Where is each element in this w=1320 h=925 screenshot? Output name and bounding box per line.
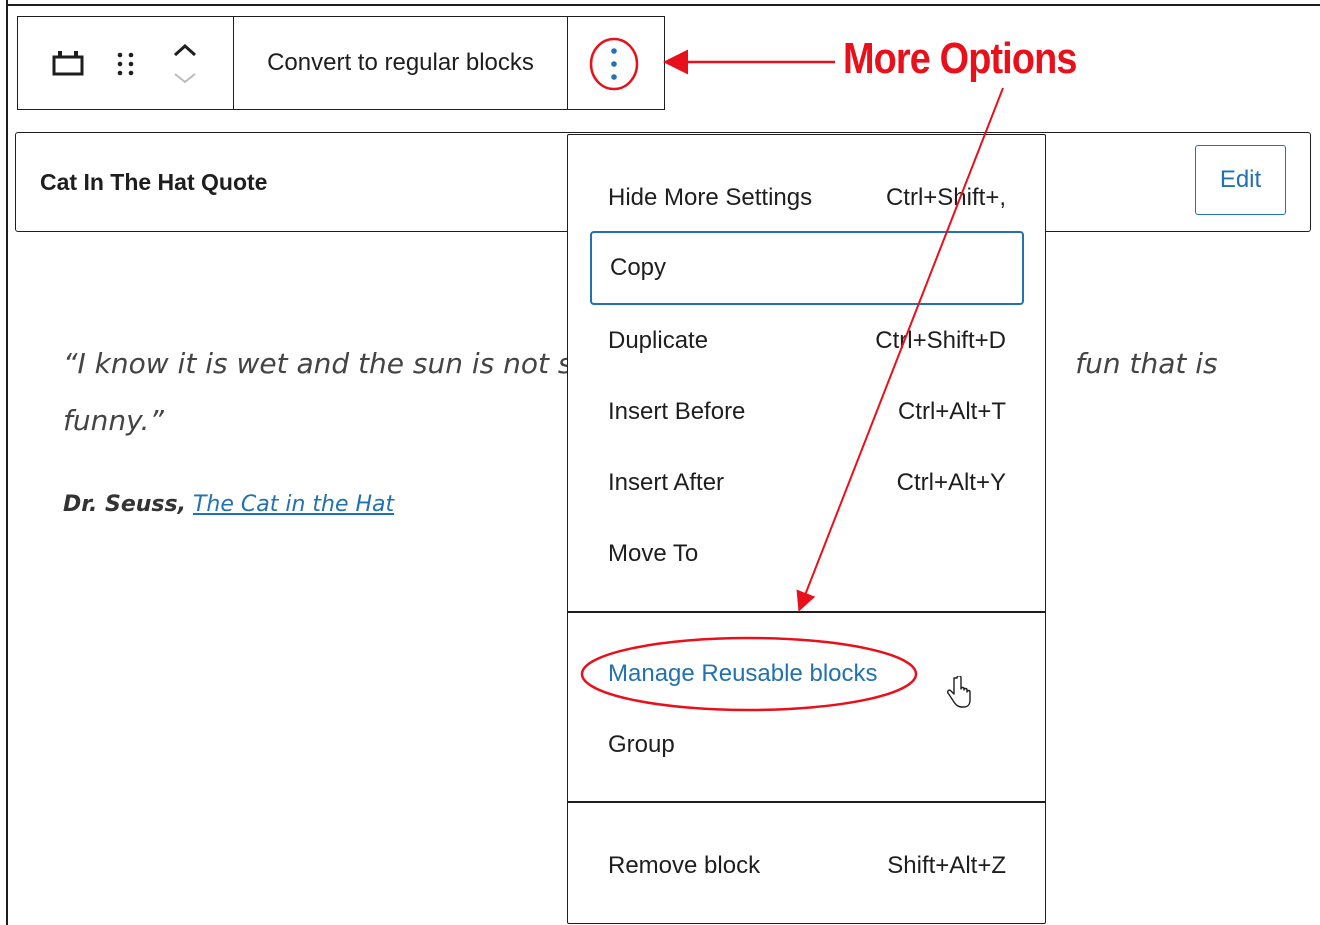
menu-item-shortcut: Ctrl+Shift+D (875, 327, 1006, 354)
toolbar-icon-group (18, 17, 234, 109)
frame-border-top (6, 4, 1320, 6)
menu-item-group[interactable]: Group (590, 718, 1024, 772)
menu-item-label: Manage Reusable blocks (608, 660, 878, 687)
more-options-icon[interactable] (586, 36, 642, 92)
menu-item-label: Insert After (608, 469, 725, 496)
convert-to-regular-blocks-button[interactable]: Convert to regular blocks (234, 17, 568, 109)
quote-citation: Dr. Seuss, The Cat in the Hat (63, 492, 394, 517)
annotation-callout-label: More Options (843, 34, 1077, 83)
menu-item-insert-after[interactable]: Insert After Ctrl+Alt+Y (590, 456, 1024, 510)
menu-item-copy[interactable]: Copy (590, 231, 1024, 305)
menu-item-label: Duplicate (608, 327, 709, 354)
frame-border-left (6, 0, 8, 925)
menu-item-label: Remove block (608, 852, 761, 879)
menu-item-label: Copy (610, 254, 667, 281)
menu-item-remove-block[interactable]: Remove block Shift+Alt+Z (590, 839, 1024, 893)
menu-item-duplicate[interactable]: Duplicate Ctrl+Shift+D (590, 314, 1024, 368)
reusable-block-title: Cat In The Hat Quote (40, 169, 268, 195)
move-down-icon (174, 73, 196, 84)
citation-author: Dr. Seuss, (63, 492, 186, 517)
move-up-icon[interactable] (172, 42, 198, 58)
menu-item-shortcut: Ctrl+Alt+T (897, 398, 1006, 425)
menu-item-move-to[interactable]: Move To (590, 527, 1024, 581)
more-options-button[interactable] (568, 17, 664, 109)
menu-divider (568, 801, 1045, 803)
menu-item-label: Group (608, 731, 675, 758)
menu-item-hide-more-settings[interactable]: Hide More Settings Ctrl+Shift+, (590, 171, 1024, 225)
quote-line1-right: fun that is (1075, 347, 1218, 380)
menu-divider (568, 611, 1045, 613)
reusable-block-icon[interactable] (52, 50, 84, 76)
menu-item-shortcut: Ctrl+Shift+, (885, 184, 1006, 211)
quote-line2: funny.” (63, 404, 164, 437)
block-toolbar: Convert to regular blocks (17, 16, 665, 110)
hand-pointer-cursor-icon (947, 676, 971, 708)
edit-button[interactable]: Edit (1195, 145, 1286, 215)
menu-item-shortcut: Shift+Alt+Z (887, 852, 1006, 879)
drag-handle-icon[interactable] (116, 51, 136, 77)
citation-link[interactable]: The Cat in the Hat (193, 492, 394, 517)
more-options-menu: Hide More Settings Ctrl+Shift+, Copy Dup… (567, 134, 1046, 924)
menu-item-label: Move To (608, 540, 699, 567)
menu-item-shortcut: Ctrl+Alt+Y (896, 469, 1006, 496)
menu-item-insert-before[interactable]: Insert Before Ctrl+Alt+T (590, 385, 1024, 439)
convert-label: Convert to regular blocks (267, 49, 534, 76)
menu-item-label: Hide More Settings (608, 184, 813, 211)
quote-line1-left: “I know it is wet and the sun is not su (63, 347, 591, 380)
menu-item-label: Insert Before (608, 398, 746, 425)
